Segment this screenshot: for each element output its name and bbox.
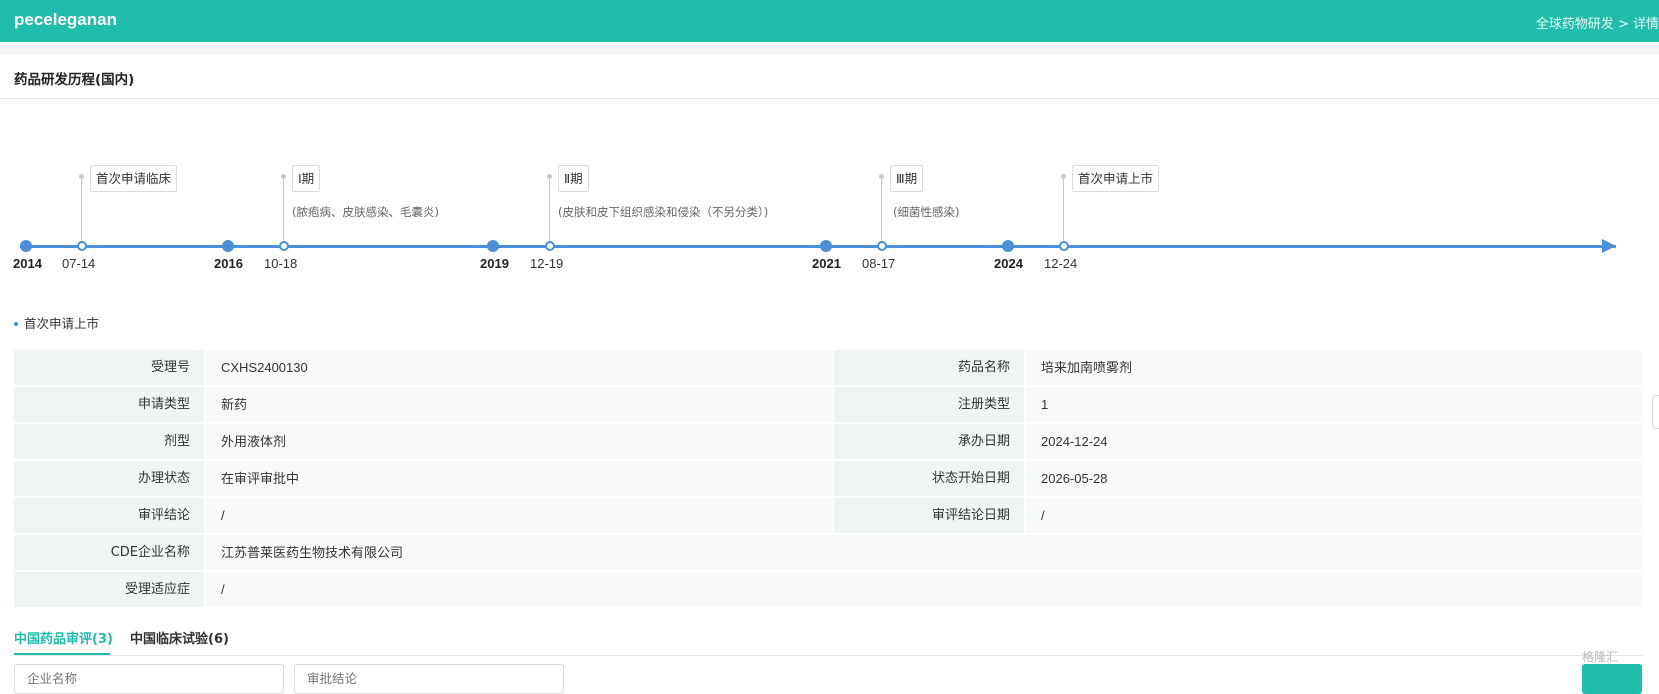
cell-value: CXHS2400130 bbox=[206, 350, 832, 385]
details-row: 受理号 CXHS2400130 药品名称 培来加南喷雾剂 bbox=[14, 350, 1643, 385]
cell-label: 受理适应症 bbox=[14, 572, 204, 607]
cell-value: 1 bbox=[1026, 387, 1643, 422]
cell-label: 审评结论日期 bbox=[834, 498, 1024, 533]
app-title: peceleganan bbox=[14, 10, 117, 29]
timeline-stem bbox=[81, 177, 82, 242]
timeline-stem bbox=[881, 177, 882, 242]
breadcrumb-parent-link[interactable]: 全球药物研发 bbox=[1536, 17, 1614, 32]
header-divider-strip bbox=[0, 42, 1659, 55]
cell-value: / bbox=[1026, 498, 1643, 533]
details-row: 办理状态 在审评审批中 状态开始日期 2026-05-28 bbox=[14, 461, 1643, 496]
tabs-divider bbox=[14, 655, 1643, 656]
watermark: 格隆汇 bbox=[1582, 650, 1619, 664]
cell-value: 新药 bbox=[206, 387, 832, 422]
timeline-event-label[interactable]: 首次申请临床 bbox=[90, 165, 178, 192]
sub-heading-text: 首次申请上市 bbox=[24, 316, 100, 331]
timeline-year-label: 2016 bbox=[214, 256, 243, 271]
cell-value: 江苏普莱医药生物技术有限公司 bbox=[206, 535, 1643, 570]
cell-label: CDE企业名称 bbox=[14, 535, 204, 570]
timeline-event-date: 12-19 bbox=[530, 256, 564, 271]
section-divider bbox=[0, 98, 1659, 99]
cell-label: 承办日期 bbox=[834, 424, 1024, 459]
cell-label: 状态开始日期 bbox=[834, 461, 1024, 496]
timeline-year-dot bbox=[222, 240, 234, 252]
timeline-event-dot[interactable] bbox=[279, 241, 289, 251]
timeline-event-dot[interactable] bbox=[1059, 241, 1069, 251]
tab-drug-review[interactable]: 中国药品审评(3) bbox=[14, 628, 113, 647]
cell-label: 受理号 bbox=[14, 350, 204, 385]
timeline-year-dot bbox=[820, 240, 832, 252]
section-title: 药品研发历程(国内) bbox=[14, 72, 135, 88]
timeline-event-date: 10-18 bbox=[264, 256, 298, 271]
timeline-stem-dot bbox=[79, 174, 84, 179]
timeline-year-label: 2024 bbox=[994, 256, 1023, 271]
details-row: CDE企业名称 江苏普莱医药生物技术有限公司 bbox=[14, 535, 1643, 570]
timeline-event-note: (脓疱病、皮肤感染、毛囊炎) bbox=[292, 205, 439, 219]
timeline-event-label[interactable]: Ⅰ期 bbox=[292, 165, 321, 192]
timeline-axis bbox=[20, 245, 1616, 248]
details-row: 审评结论 / 审评结论日期 / bbox=[14, 498, 1643, 533]
cell-value: / bbox=[206, 572, 1643, 607]
timeline-event-dot[interactable] bbox=[545, 241, 555, 251]
timeline-stem-dot bbox=[547, 174, 552, 179]
approval-filter-input[interactable] bbox=[294, 664, 564, 694]
details-row: 剂型 外用液体剂 承办日期 2024-12-24 bbox=[14, 424, 1643, 459]
timeline-arrow-icon bbox=[1602, 239, 1616, 253]
timeline-year-label: 2019 bbox=[480, 256, 509, 271]
timeline-event-date: 12-24 bbox=[1044, 256, 1078, 271]
side-collapse-handle[interactable] bbox=[1652, 395, 1659, 429]
details-row: 受理适应症 / bbox=[14, 572, 1643, 607]
breadcrumb: 全球药物研发 > 详情 bbox=[1536, 13, 1659, 32]
query-button[interactable] bbox=[1582, 664, 1642, 694]
cell-value: 培来加南喷雾剂 bbox=[1026, 350, 1643, 385]
timeline-year-dot bbox=[1002, 240, 1014, 252]
cell-value: 2024-12-24 bbox=[1026, 424, 1643, 459]
timeline-event-note: (细菌性感染) bbox=[893, 205, 960, 219]
timeline-stem bbox=[1063, 177, 1064, 242]
timeline-year-label: 2021 bbox=[812, 256, 841, 271]
company-filter-input[interactable] bbox=[14, 664, 284, 694]
timeline-year-label: 2014 bbox=[13, 256, 42, 271]
timeline-stem-dot bbox=[281, 174, 286, 179]
timeline-stem bbox=[549, 177, 550, 242]
timeline-event-label[interactable]: Ⅱ期 bbox=[558, 165, 589, 192]
cell-label: 剂型 bbox=[14, 424, 204, 459]
cell-value: / bbox=[206, 498, 832, 533]
timeline-event-label[interactable]: Ⅲ期 bbox=[890, 165, 924, 192]
cell-value: 2026-05-28 bbox=[1026, 461, 1643, 496]
cell-label: 审评结论 bbox=[14, 498, 204, 533]
timeline-stem bbox=[283, 177, 284, 242]
timeline-event-date: 08-17 bbox=[862, 256, 896, 271]
timeline-stem-dot bbox=[879, 174, 884, 179]
timeline-year-dot bbox=[487, 240, 499, 252]
cell-label: 申请类型 bbox=[14, 387, 204, 422]
cell-value: 外用液体剂 bbox=[206, 424, 832, 459]
breadcrumb-separator: > bbox=[1617, 17, 1629, 32]
top-bar: peceleganan 全球药物研发 > 详情 bbox=[0, 0, 1659, 42]
sub-heading: 首次申请上市 bbox=[14, 313, 99, 332]
cell-label: 注册类型 bbox=[834, 387, 1024, 422]
cell-label: 药品名称 bbox=[834, 350, 1024, 385]
development-timeline: 2014 2016 2019 2021 2024 首次申请临床 07-14 Ⅰ期… bbox=[0, 150, 1659, 280]
timeline-year-dot bbox=[20, 240, 32, 252]
tab-clinical-trials[interactable]: 中国临床试验(6) bbox=[130, 628, 229, 647]
timeline-event-dot[interactable] bbox=[77, 241, 87, 251]
breadcrumb-current: 详情 bbox=[1632, 17, 1659, 32]
bullet-dot-icon bbox=[14, 321, 18, 326]
timeline-event-dot[interactable] bbox=[877, 241, 887, 251]
timeline-event-label[interactable]: 首次申请上市 bbox=[1072, 165, 1160, 192]
cell-label: 办理状态 bbox=[14, 461, 204, 496]
timeline-event-note: (皮肤和皮下组织感染和侵染（不另分类）) bbox=[558, 205, 769, 219]
cell-value: 在审评审批中 bbox=[206, 461, 832, 496]
timeline-event-date: 07-14 bbox=[62, 256, 96, 271]
timeline-stem-dot bbox=[1061, 174, 1066, 179]
details-row: 申请类型 新药 注册类型 1 bbox=[14, 387, 1643, 422]
